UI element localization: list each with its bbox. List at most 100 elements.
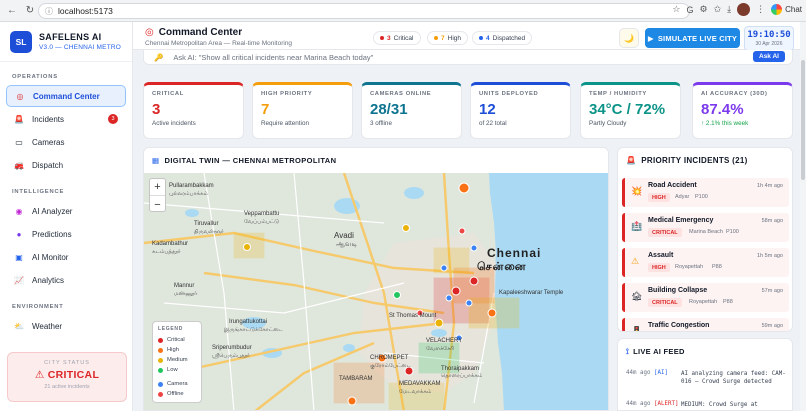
- address-bar[interactable]: ⓘ localhost:5173: [38, 3, 690, 19]
- city-map[interactable]: + − Pullarambakkam புல்லரம்பாக்கம் Tiruv…: [144, 173, 608, 410]
- medium-zone: [433, 247, 470, 274]
- feed-title: ⟟ LIVE AI FEED: [626, 347, 685, 356]
- incident-name: Assault: [648, 252, 674, 259]
- hospital-icon: 🏥: [631, 221, 643, 231]
- star-list-icon[interactable]: ✩: [714, 4, 722, 15]
- chat-icon: [771, 4, 783, 15]
- zoom-out-button[interactable]: −: [150, 196, 165, 213]
- sidebar-item-label: Cameras: [32, 137, 65, 147]
- chat-button[interactable]: Chat: [771, 4, 802, 15]
- downloads-icon[interactable]: ⤓: [727, 4, 731, 15]
- brand-version: V3.0 — CHENNAI METRO: [39, 44, 122, 51]
- sidebar-item-predictions[interactable]: ● Predictions: [6, 223, 126, 245]
- monitor-icon: ▣: [15, 252, 23, 262]
- key-icon: 🔑: [154, 52, 164, 62]
- chart-icon: 📈: [14, 275, 24, 285]
- sidebar-item-label: Incidents: [32, 114, 65, 124]
- incident-time: 57m ago: [761, 288, 783, 294]
- map-label-pullarambakkam: Pullarambakkam: [169, 183, 214, 189]
- truck-icon: 🚒: [14, 160, 24, 170]
- ask-ai-bar[interactable]: 🔑 Ask AI: "Show all critical incidents n…: [143, 50, 793, 65]
- kpi-sub: ↑ 2.1% this week: [701, 120, 749, 127]
- digital-twin-panel: ▦ DIGITAL TWIN — CHENNAI METROPOLITAN + …: [143, 147, 609, 411]
- extensions-icon[interactable]: ⚙: [699, 4, 707, 15]
- collision-icon: 💥: [631, 186, 643, 196]
- warning-icon: ⚠: [631, 256, 640, 266]
- kpi-value: 7: [261, 101, 270, 118]
- kpi-label: TEMP / HUMIDITY: [589, 91, 647, 97]
- sidebar-item-ai-monitor[interactable]: ▣ AI Monitor: [6, 246, 126, 268]
- legend-item-medium: Medium: [158, 355, 196, 365]
- map-label-tiruvallur: Tiruvallur: [194, 221, 219, 227]
- sidebar-item-weather[interactable]: ⛅ Weather: [6, 315, 126, 337]
- incident-location: Royapettah: [689, 299, 718, 305]
- incident-tag: CRITICAL: [648, 228, 682, 237]
- map-label-mannur-tamil: மண்ணூர்: [174, 291, 198, 297]
- incident-card[interactable]: 🏥 Medical Emergency CRITICAL Marina Beac…: [622, 213, 789, 242]
- sidebar-item-analytics[interactable]: 📈 Analytics: [6, 269, 126, 291]
- brand: SL SAFELENS AI V3.0 — CHENNAI METRO: [0, 22, 132, 62]
- bookmark-star-icon[interactable]: ☆: [672, 4, 680, 15]
- reload-icon[interactable]: ↻: [24, 5, 36, 17]
- back-icon[interactable]: ←: [6, 5, 18, 17]
- kpi-value: 3: [152, 101, 161, 118]
- kpi-value: 28/31: [370, 101, 408, 118]
- simulate-live-city-button[interactable]: ▶ SIMULATE LIVE CITY: [645, 28, 740, 48]
- map-label-thoraipakkam: Thoraipakkam: [441, 366, 480, 372]
- sidebar-item-cameras[interactable]: ▭ Cameras: [6, 131, 126, 153]
- map-label-irungattukottai-tamil: இருங்காட்டுக்கோட்டை: [224, 327, 283, 333]
- target-icon: ◎: [145, 27, 154, 38]
- sidebar-item-command-center[interactable]: ◎ Command Center: [6, 85, 126, 107]
- zoom-in-button[interactable]: +: [150, 179, 165, 196]
- sidebar-item-label: Analytics: [32, 275, 65, 285]
- incidents-count-badge: 3: [108, 114, 118, 124]
- kpi-value: 12: [479, 101, 496, 118]
- ask-ai-button[interactable]: Ask AI: [753, 51, 785, 62]
- kpi-units-deployed: UNITS DEPLOYED 12 of 22 total: [470, 82, 571, 139]
- map-label-kadambathur-tamil: கடம்பத்தூர்: [152, 249, 181, 255]
- sidebar: SL SAFELENS AI V3.0 — CHENNAI METRO OPER…: [0, 22, 133, 411]
- priority-incidents-panel: 🚨 PRIORITY INCIDENTS (21) 💥 Road Accident…: [617, 147, 793, 332]
- feed-message: MEDIUM: Crowd Surge at: [681, 402, 758, 408]
- map-label-mannur: Mannur: [174, 283, 195, 289]
- sidebar-item-dispatch[interactable]: 🚒 Dispatch: [6, 154, 126, 176]
- incident-card[interactable]: ⚠ Assault HIGH Royapettah P88 1h 5m ago: [622, 248, 789, 277]
- google-icon[interactable]: G: [686, 5, 693, 15]
- kpi-sub: 3 offline: [370, 120, 392, 127]
- incident-card[interactable]: 🚦 Traffic Congestion 59m ago: [622, 318, 789, 332]
- sidebar-item-label: AI Monitor: [32, 252, 69, 262]
- map-legend: LEGEND Critical High Medium Low Camera O…: [152, 321, 202, 403]
- incident-card[interactable]: 💥 Road Accident HIGH Adyar P100 1h 4m ag…: [622, 178, 789, 207]
- ask-ai-input[interactable]: Ask AI: "Show all critical incidents nea…: [173, 53, 373, 62]
- pill-high[interactable]: 7 High: [427, 31, 468, 45]
- incident-name: Building Collapse: [648, 287, 708, 294]
- kpi-temp-humidity: TEMP / HUMIDITY 34°C / 72% Partly Cloudy: [580, 82, 681, 139]
- city-status-label: CITY STATUS: [44, 360, 90, 366]
- incident-time: 1h 5m ago: [757, 253, 783, 259]
- browser-toolbar: ← ↻ ⓘ localhost:5173 ☆ G ⚙ ✩ ⤓ ⋮ Chat: [0, 0, 806, 22]
- menu-icon[interactable]: ⋮: [756, 4, 765, 15]
- scrollbar-thumb[interactable]: [801, 60, 805, 180]
- pill-dispatched[interactable]: 4 Dispatched: [472, 31, 533, 45]
- incident-card[interactable]: 🏚 Building Collapse CRITICAL Royapettah …: [622, 283, 789, 312]
- incident-location: Royapettah: [675, 264, 704, 270]
- sidebar-item-ai-analyzer[interactable]: ◉ AI Analyzer: [6, 200, 126, 222]
- section-intelligence: INTELLIGENCE: [12, 189, 65, 195]
- city-status-value: ⚠ CRITICAL: [34, 369, 100, 381]
- kpi-sub: Partly Cloudy: [589, 120, 627, 127]
- theme-toggle-button[interactable]: 🌙: [619, 28, 639, 48]
- kpi-label: UNITS DEPLOYED: [479, 91, 539, 97]
- address-text: localhost:5173: [58, 6, 113, 16]
- site-info-icon[interactable]: ⓘ: [45, 6, 53, 17]
- brain-icon: ◉: [15, 206, 23, 216]
- pill-critical[interactable]: 3 Critical: [373, 31, 421, 45]
- sidebar-item-incidents[interactable]: 🚨 Incidents 3: [6, 108, 126, 130]
- collapse-icon: 🏚: [631, 291, 643, 301]
- profile-avatar[interactable]: [737, 3, 751, 16]
- feed-time: 44m ago: [626, 370, 651, 376]
- map-label-velachery-tamil: வேளச்சேரி: [426, 346, 455, 352]
- map-label-sriperumbudur-tamil: ஸ்ரீபெரும்புதூர்: [212, 353, 250, 359]
- traffic-light-icon: 🚦: [631, 326, 643, 332]
- top-header: ◎ Command Center Chennai Metropolitan Are…: [133, 22, 806, 51]
- page-scrollbar[interactable]: [800, 22, 806, 411]
